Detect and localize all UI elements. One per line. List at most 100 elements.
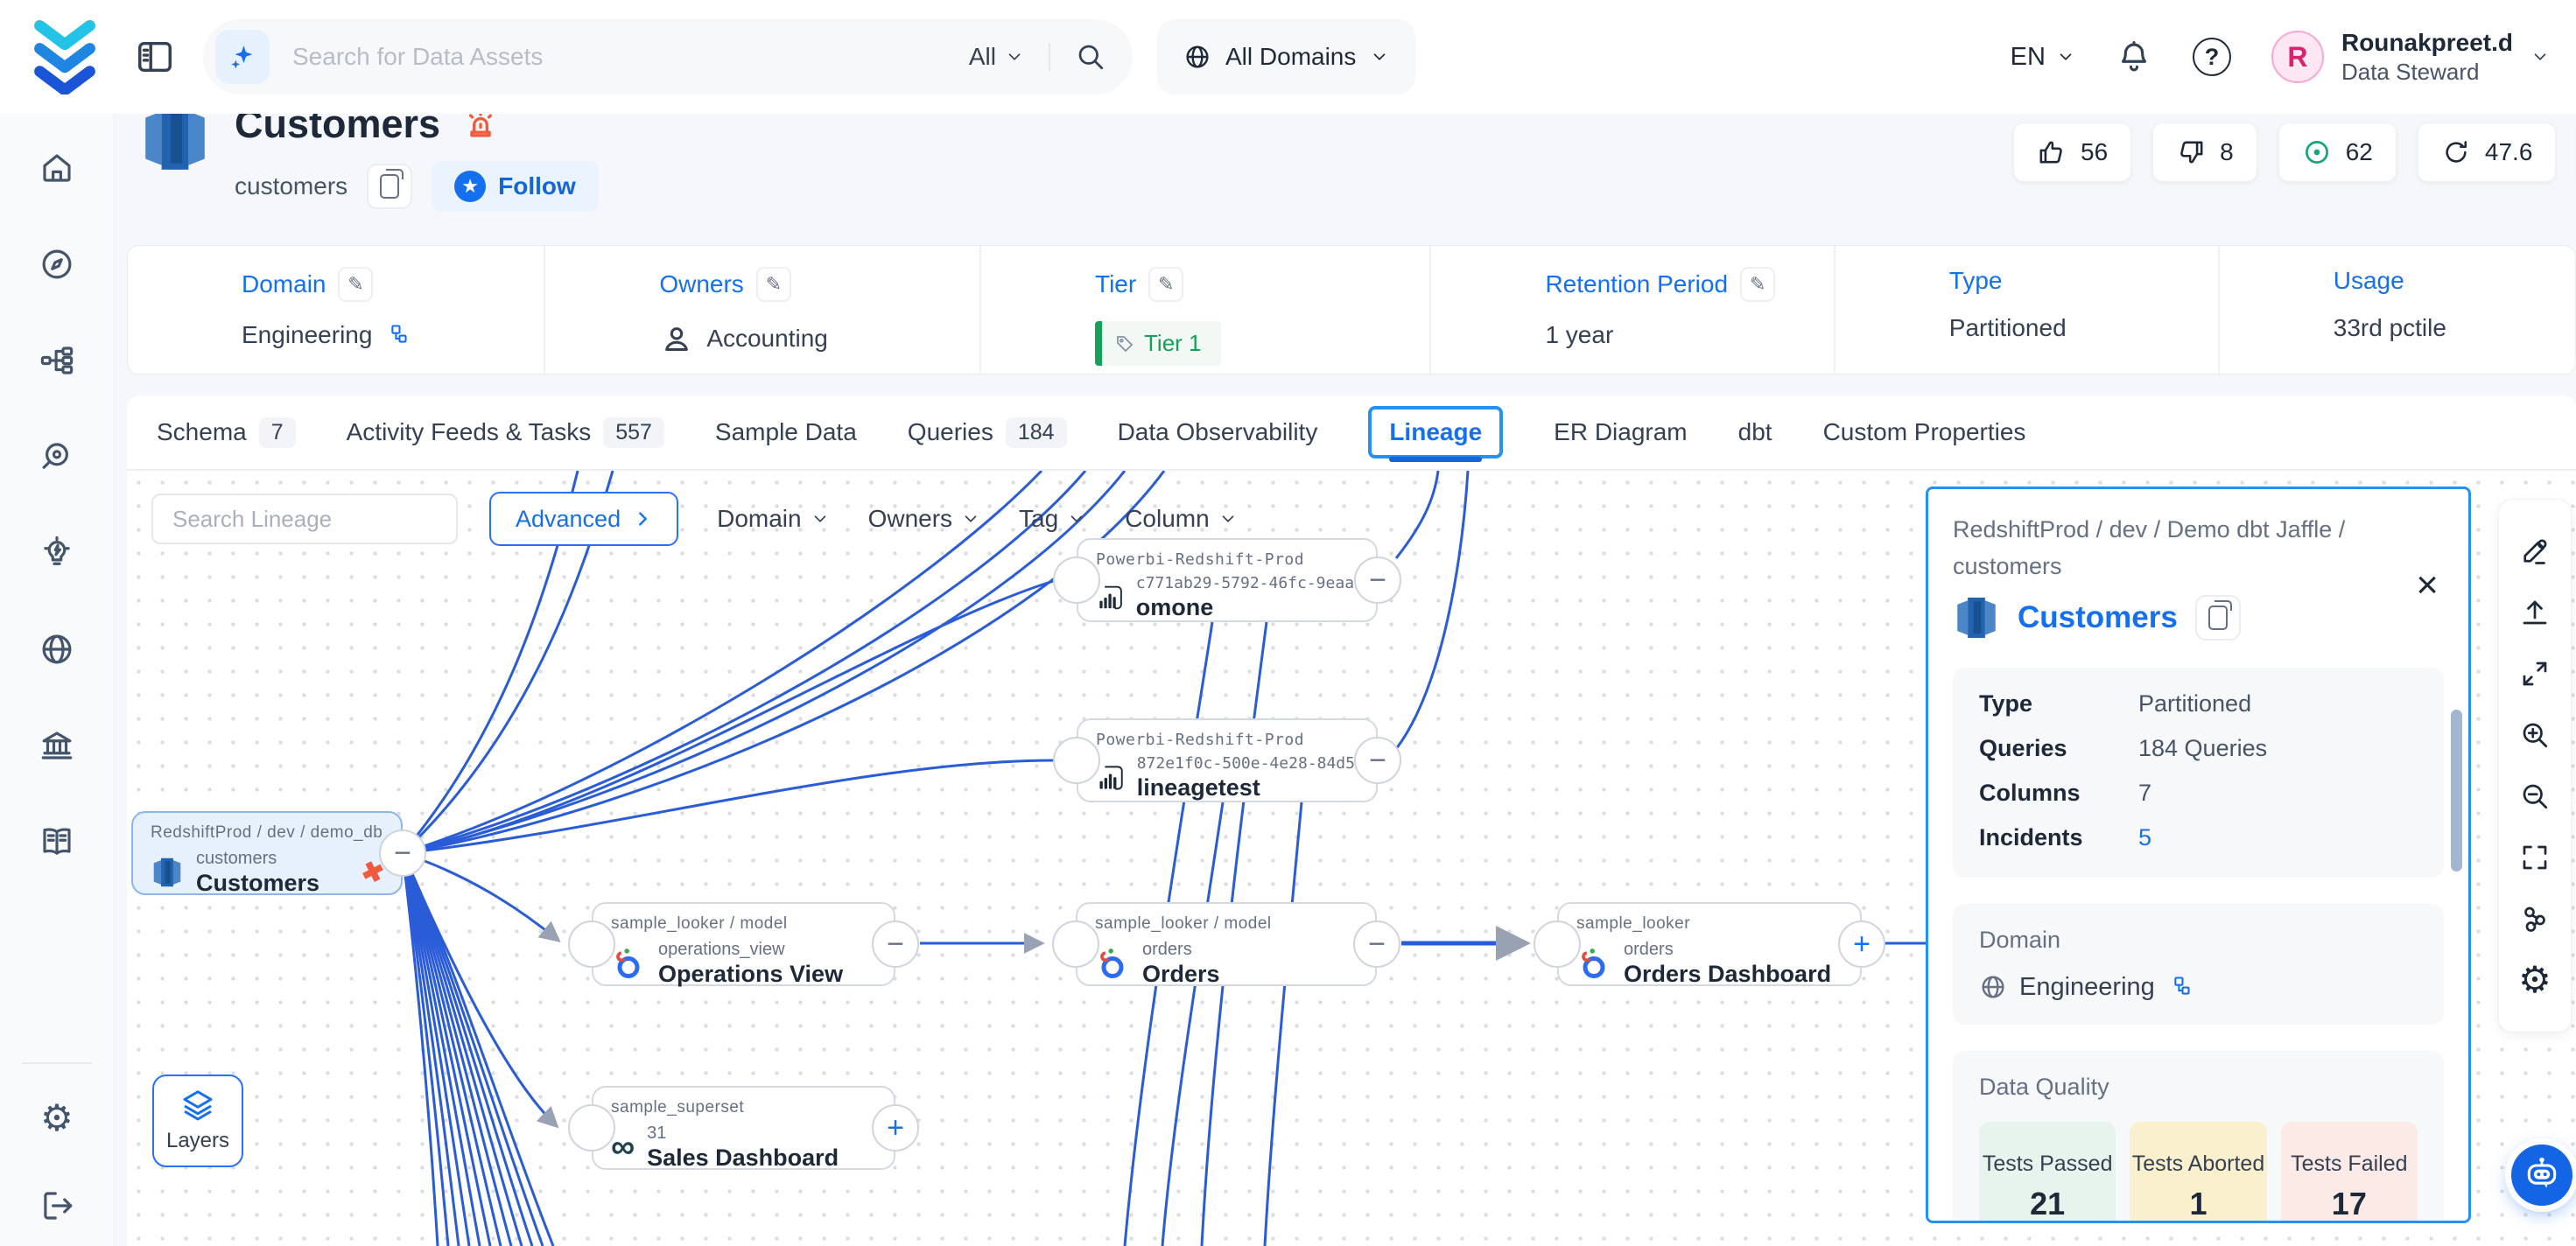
fullscreen-button[interactable]: [2518, 841, 2551, 874]
bank-icon: [39, 727, 75, 764]
edit-lineage-button[interactable]: [2518, 535, 2551, 568]
expand-downstream-handle[interactable]: +: [1838, 920, 1885, 968]
expand-downstream-handle[interactable]: +: [872, 1104, 919, 1152]
lineage-config-button[interactable]: [2518, 902, 2551, 935]
globe-icon: [1979, 973, 2007, 1001]
expand-upstream-handle[interactable]: [1053, 556, 1100, 604]
user-menu[interactable]: R Rounakpreet.d Data Steward: [2271, 27, 2550, 87]
follow-button[interactable]: ★ Follow: [432, 161, 599, 212]
home-icon: [39, 150, 75, 186]
tab-queries[interactable]: Queries184: [908, 396, 1067, 469]
language-selector[interactable]: EN: [2011, 43, 2075, 72]
collapse-downstream-handle[interactable]: −: [1354, 737, 1401, 784]
nav-insights[interactable]: [38, 534, 76, 572]
tab-schema[interactable]: Schema7: [157, 396, 296, 469]
filter-owners-dropdown[interactable]: Owners: [868, 505, 980, 533]
tab-data-observability[interactable]: Data Observability: [1118, 396, 1318, 469]
layers-button[interactable]: Layers: [152, 1074, 243, 1167]
fit-view-button[interactable]: [2518, 657, 2551, 690]
tab-er-diagram[interactable]: ER Diagram: [1554, 396, 1687, 469]
nav-domains[interactable]: [38, 630, 76, 668]
collapse-downstream-handle[interactable]: −: [1354, 556, 1401, 604]
collapse-downstream-handle[interactable]: −: [1353, 920, 1400, 968]
domain-value[interactable]: Engineering: [242, 321, 544, 349]
nav-observability[interactable]: [38, 438, 76, 476]
search-scope-dropdown[interactable]: All: [969, 43, 1050, 71]
tab-dbt[interactable]: dbt: [1738, 396, 1772, 469]
filter-domain-dropdown[interactable]: Domain: [717, 505, 829, 533]
lineage-node-sales-dashboard[interactable]: sample_superset ∞ 31 Sales Dashboard +: [592, 1086, 895, 1170]
upvote-button[interactable]: 56: [2013, 122, 2131, 182]
sidebar-toggle-icon[interactable]: [135, 37, 175, 77]
panel-domain-value[interactable]: Engineering: [2019, 973, 2155, 1002]
zoom-in-button[interactable]: [2518, 718, 2551, 752]
global-search-bar[interactable]: All: [203, 19, 1133, 94]
lineage-node-orders-dashboard[interactable]: sample_looker orders Orders Dashboard +: [1557, 902, 1862, 986]
lineage-node-lineagetest[interactable]: Powerbi-Redshift-Prod 872e1f0c-500e-4e28…: [1077, 718, 1378, 802]
app-logo-icon[interactable]: [32, 19, 98, 94]
expand-upstream-handle[interactable]: [568, 1104, 615, 1152]
tag-icon: [1114, 333, 1135, 354]
panel-breadcrumb[interactable]: RedshiftProd / dev / Demo dbt Jaffle / c…: [1953, 512, 2373, 585]
settings-button[interactable]: ⚙: [2518, 963, 2551, 997]
copy-button[interactable]: [2195, 595, 2241, 640]
panel-data-quality-card: Data Quality Tests Passed 21 Tests Abort…: [1953, 1051, 2444, 1223]
expand-upstream-handle[interactable]: [1053, 737, 1100, 784]
lineage-node-customers[interactable]: RedshiftProd / dev / demo_dbt_jaffle cus…: [131, 811, 403, 895]
lineage-search-box[interactable]: [151, 494, 458, 544]
nav-home[interactable]: [38, 149, 76, 187]
tab-lineage[interactable]: Lineage: [1368, 406, 1503, 458]
copy-button[interactable]: [367, 164, 412, 209]
edit-owners-button[interactable]: ✎: [756, 267, 791, 302]
notifications-bell-icon[interactable]: [2116, 38, 2152, 75]
edit-tier-button[interactable]: ✎: [1148, 267, 1183, 302]
lineage-node-omone[interactable]: Powerbi-Redshift-Prod c771ab29-5792-46fc…: [1077, 538, 1378, 622]
tab-custom-properties[interactable]: Custom Properties: [1823, 396, 2026, 469]
gear-icon: ⚙: [40, 1100, 74, 1137]
owners-value[interactable]: Accounting: [659, 321, 979, 356]
looker-icon: [1095, 946, 1130, 981]
filter-column-dropdown[interactable]: Column: [1125, 505, 1237, 533]
lineage-node-operations-view[interactable]: sample_looker / model operations_view Op…: [592, 902, 895, 986]
redshift-icon: [1953, 594, 2000, 641]
panel-entity-link[interactable]: Customers: [2018, 600, 2178, 635]
type-label: Type: [1949, 267, 2003, 295]
nav-settings[interactable]: ⚙: [38, 1099, 76, 1138]
expand-upstream-handle[interactable]: [1534, 920, 1581, 968]
thumbs-up-icon: [2037, 137, 2067, 167]
nav-glossary[interactable]: [38, 822, 76, 861]
expand-upstream-handle[interactable]: [568, 920, 615, 968]
lineage-search-input[interactable]: [172, 506, 466, 533]
downvote-button[interactable]: 8: [2152, 122, 2257, 182]
edit-retention-button[interactable]: ✎: [1740, 267, 1775, 302]
export-button[interactable]: [2518, 596, 2551, 629]
nav-explore[interactable]: [38, 245, 76, 284]
collapse-downstream-handle[interactable]: −: [872, 920, 919, 968]
all-domains-dropdown[interactable]: All Domains: [1157, 19, 1415, 94]
panel-domain-card: Domain Engineering: [1953, 904, 2444, 1025]
zoom-out-button[interactable]: [2518, 780, 2551, 813]
lineage-node-orders[interactable]: sample_looker / model orders Orders −: [1076, 902, 1377, 986]
version-button[interactable]: 47.6: [2418, 122, 2557, 182]
nav-logout[interactable]: [38, 1186, 76, 1225]
tier-badge[interactable]: Tier 1: [1095, 321, 1221, 366]
ai-sparkle-icon[interactable]: [215, 30, 270, 84]
nav-govern[interactable]: [38, 726, 76, 765]
close-panel-button[interactable]: ×: [2416, 566, 2439, 605]
chat-assistant-button[interactable]: [2511, 1144, 2572, 1206]
expand-upstream-handle[interactable]: [1052, 920, 1099, 968]
help-icon[interactable]: ?: [2193, 38, 2231, 76]
tab-activity-feeds[interactable]: Activity Feeds & Tasks557: [347, 396, 664, 469]
panel-scrollbar[interactable]: [2451, 710, 2462, 872]
advanced-filter-button[interactable]: Advanced: [489, 492, 678, 546]
nav-lineage[interactable]: [38, 341, 76, 380]
edit-domain-button[interactable]: ✎: [338, 267, 373, 302]
avatar[interactable]: R: [2271, 31, 2324, 83]
filter-tag-dropdown[interactable]: Tag: [1019, 505, 1086, 533]
tab-sample-data[interactable]: Sample Data: [715, 396, 857, 469]
search-input[interactable]: [292, 43, 969, 71]
incidents-link[interactable]: 5: [2138, 824, 2151, 851]
collapse-downstream-handle[interactable]: −: [379, 830, 426, 877]
watch-button[interactable]: 62: [2278, 122, 2397, 182]
search-icon[interactable]: [1075, 41, 1106, 73]
